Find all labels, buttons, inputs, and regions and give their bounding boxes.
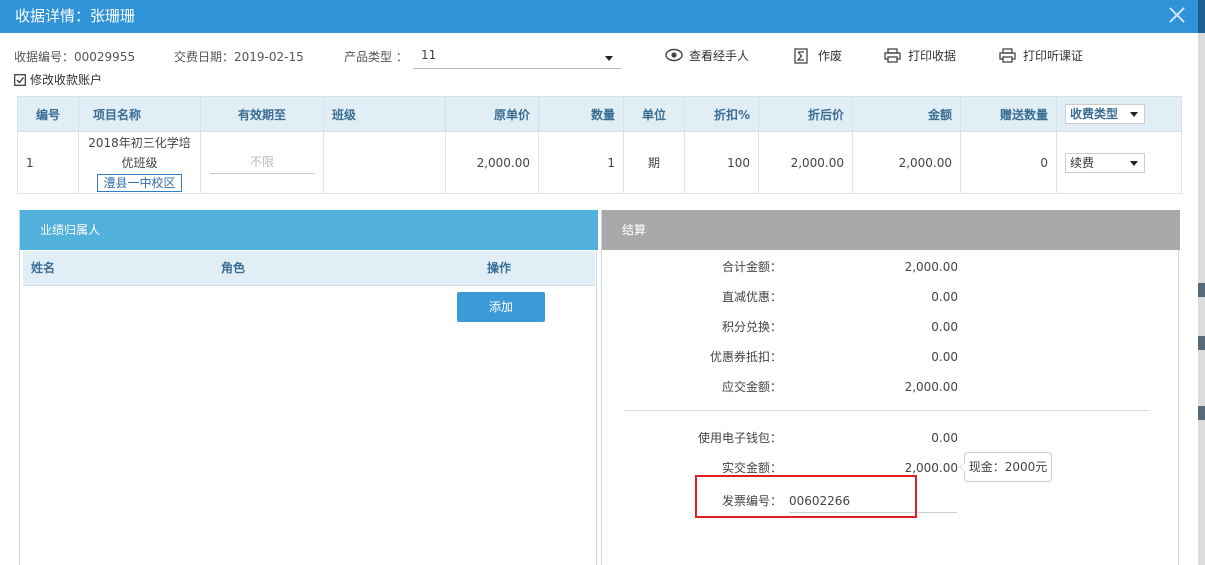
coupon-label: 优惠券抵扣： [709, 350, 782, 364]
due-value: 2,000.00 [904, 380, 958, 394]
col-no: 编号 [17, 96, 79, 132]
sigma-doc-icon [794, 48, 808, 64]
edit-icon [14, 74, 26, 86]
print-receipt-label: 打印收据 [908, 49, 957, 63]
fee-type-select[interactable]: 续费 [1065, 152, 1145, 173]
project-name-line2: 优班级 [121, 156, 158, 170]
background-strip [1198, 0, 1205, 565]
points-value: 0.00 [931, 320, 958, 334]
add-button[interactable]: 添加 [457, 292, 545, 322]
receipt-detail-dialog: 收据详情：张珊珊 收据编号：00029955 交费日期：2019-02-15 产… [0, 0, 1198, 565]
chevron-down-icon [1130, 160, 1138, 166]
edit-account-label: 修改收款账户 [30, 73, 103, 87]
performance-title: 业绩归属人 [20, 210, 598, 250]
pay-date: 交费日期：2019-02-15 [174, 50, 304, 64]
col-valid: 有效期至 [200, 96, 324, 132]
cell-qty: 1 [538, 131, 624, 194]
settlement-title: 结算 [602, 210, 1180, 250]
col-orig-price: 原单价 [445, 96, 539, 132]
view-handler-button[interactable]: 查看经手人 [665, 46, 755, 66]
product-type-select[interactable]: 11 [413, 44, 621, 69]
col-role: 角色 [221, 261, 246, 275]
col-qty: 数量 [538, 96, 624, 132]
campus-tag: 澧县一中校区 [97, 174, 182, 192]
col-discount: 折扣% [684, 96, 759, 132]
invoice-highlight-box [695, 475, 917, 518]
dialog-title: 收据详情：张珊珊 [15, 7, 136, 25]
direct-discount-label: 直减优惠： [721, 290, 782, 304]
project-name-line1: 2018年初三化学培 [88, 136, 191, 150]
settlement-divider [624, 410, 1150, 411]
print-receipt-button[interactable]: 打印收据 [884, 46, 964, 66]
fee-type-value: 续费 [1070, 155, 1095, 170]
total-value: 2,000.00 [904, 260, 958, 274]
table-header-row: 编号 项目名称 有效期至 班级 原单价 数量 单位 折扣% 折后价 金额 赠送数… [17, 96, 1182, 132]
receipt-number: 收据编号：00029955 [14, 50, 136, 64]
product-type-value: 11 [421, 48, 437, 62]
wallet-label: 使用电子钱包： [697, 431, 782, 445]
cell-discount: 100 [684, 131, 759, 194]
cell-unit: 期 [623, 131, 685, 194]
col-disc-price: 折后价 [758, 96, 853, 132]
print-attend-button[interactable]: 打印听课证 [999, 46, 1089, 66]
due-label: 应交金额： [721, 380, 782, 394]
valid-until-field: 不限 [209, 151, 315, 174]
col-name: 姓名 [31, 261, 56, 275]
print-attend-label: 打印听课证 [1023, 49, 1084, 63]
coupon-value: 0.00 [931, 350, 958, 364]
cell-class [323, 131, 446, 194]
cell-gift-qty: 0 [960, 131, 1057, 194]
performance-header-row: 姓名 角色 操作 [23, 251, 595, 286]
eye-icon [665, 48, 683, 62]
cell-disc-price: 2,000.00 [758, 131, 853, 194]
items-table: 编号 项目名称 有效期至 班级 原单价 数量 单位 折扣% 折后价 金额 赠送数… [17, 96, 1182, 194]
table-row: 1 2018年初三化学培 优班级 澧县一中校区 不限 2,000.00 1 期 … [17, 131, 1182, 194]
view-handler-label: 查看经手人 [689, 49, 750, 63]
col-project: 项目名称 [78, 96, 201, 132]
chevron-down-icon [605, 56, 613, 61]
col-amount: 金额 [852, 96, 961, 132]
col-class: 班级 [323, 96, 446, 132]
direct-discount-value: 0.00 [931, 290, 958, 304]
wallet-value: 0.00 [931, 431, 958, 445]
fee-type-filter-label: 收费类型 [1070, 107, 1119, 121]
fee-type-filter[interactable]: 收费类型 [1065, 104, 1145, 124]
cell-amount: 2,000.00 [852, 131, 961, 194]
printer-icon [884, 48, 901, 63]
void-label: 作废 [818, 49, 843, 63]
cell-no: 1 [17, 131, 79, 194]
chevron-down-icon [1130, 112, 1138, 117]
total-label: 合计金额： [721, 260, 782, 274]
settlement-panel: 结算 合计金额： 2,000.00 直减优惠： 0.00 积分兑换： 0.00 … [601, 210, 1180, 565]
col-action: 操作 [487, 261, 512, 275]
cash-tooltip: 现金：2000元 [959, 452, 1052, 482]
product-type-label: 产品类型 ： [344, 50, 408, 64]
dialog-titlebar: 收据详情：张珊珊 [0, 0, 1198, 33]
close-icon[interactable] [1166, 4, 1188, 26]
points-label: 积分兑换： [721, 320, 782, 334]
col-unit: 单位 [623, 96, 685, 132]
void-button[interactable]: 作废 [794, 46, 844, 66]
cell-orig-price: 2,000.00 [445, 131, 539, 194]
performance-panel: 业绩归属人 姓名 角色 操作 添加 [19, 210, 598, 565]
col-gift-qty: 赠送数量 [960, 96, 1057, 132]
printer-icon [999, 48, 1016, 63]
